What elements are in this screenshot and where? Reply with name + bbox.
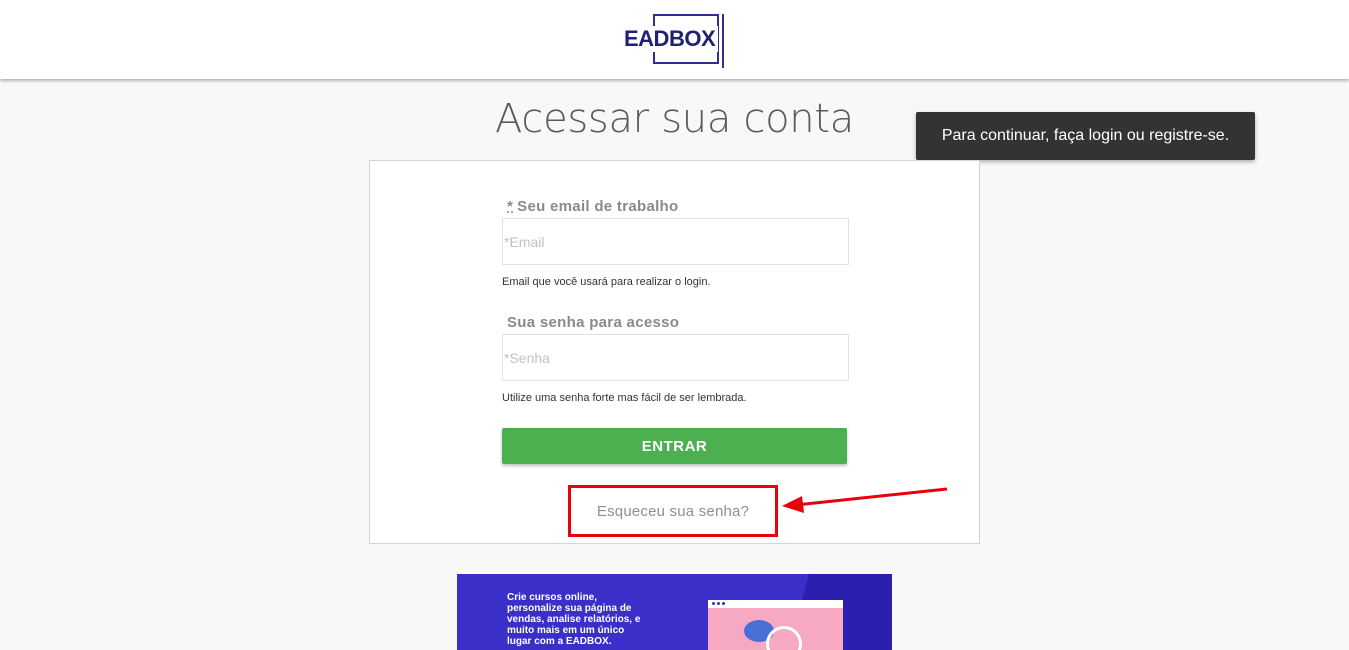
banner-line: muito mais em um único — [507, 625, 625, 636]
annotation-arrow — [782, 487, 948, 513]
eadbox-logo[interactable]: EADBOX — [623, 12, 727, 68]
window-dot — [722, 602, 725, 605]
banner-text: Crie cursos online, personalize sua pági… — [507, 592, 657, 647]
email-help-text: Email que você usará para realizar o log… — [502, 276, 711, 288]
password-label-text: Sua senha para acesso — [507, 314, 680, 331]
promo-banner[interactable]: Crie cursos online, personalize sua pági… — [457, 574, 892, 650]
login-required-toast: Para continuar, faça login ou registre-s… — [916, 112, 1255, 160]
required-mark: * — [507, 198, 514, 215]
banner-line: vendas, analise relatórios, e — [507, 614, 641, 625]
logo-bar — [722, 14, 724, 68]
arrow-head — [782, 496, 804, 513]
banner-line: lugar com a EADBOX. — [507, 636, 612, 647]
top-header: EADBOX — [0, 0, 1349, 79]
password-help-text: Utilize uma senha forte mas fácil de ser… — [502, 392, 747, 404]
window-dot — [717, 602, 720, 605]
arrow-shaft — [795, 487, 948, 507]
email-label: * Seu email de trabalho — [507, 198, 679, 215]
screen-titlebar — [708, 600, 843, 608]
logo-text: EADBOX — [623, 26, 719, 52]
forgot-password-link[interactable]: Esqueceu sua senha? — [571, 488, 775, 534]
window-dot — [712, 602, 715, 605]
highlight-box: Esqueceu sua senha? — [568, 485, 778, 537]
banner-line: personalize sua página de — [507, 603, 632, 614]
play-icon — [766, 626, 802, 650]
email-label-text: Seu email de trabalho — [517, 198, 679, 215]
enter-button[interactable]: ENTRAR — [502, 428, 847, 464]
banner-screen-illustration — [708, 600, 843, 650]
password-input[interactable] — [502, 334, 849, 381]
password-label: Sua senha para acesso — [507, 314, 679, 331]
email-input[interactable] — [502, 218, 849, 265]
banner-line: Crie cursos online, — [507, 592, 598, 603]
